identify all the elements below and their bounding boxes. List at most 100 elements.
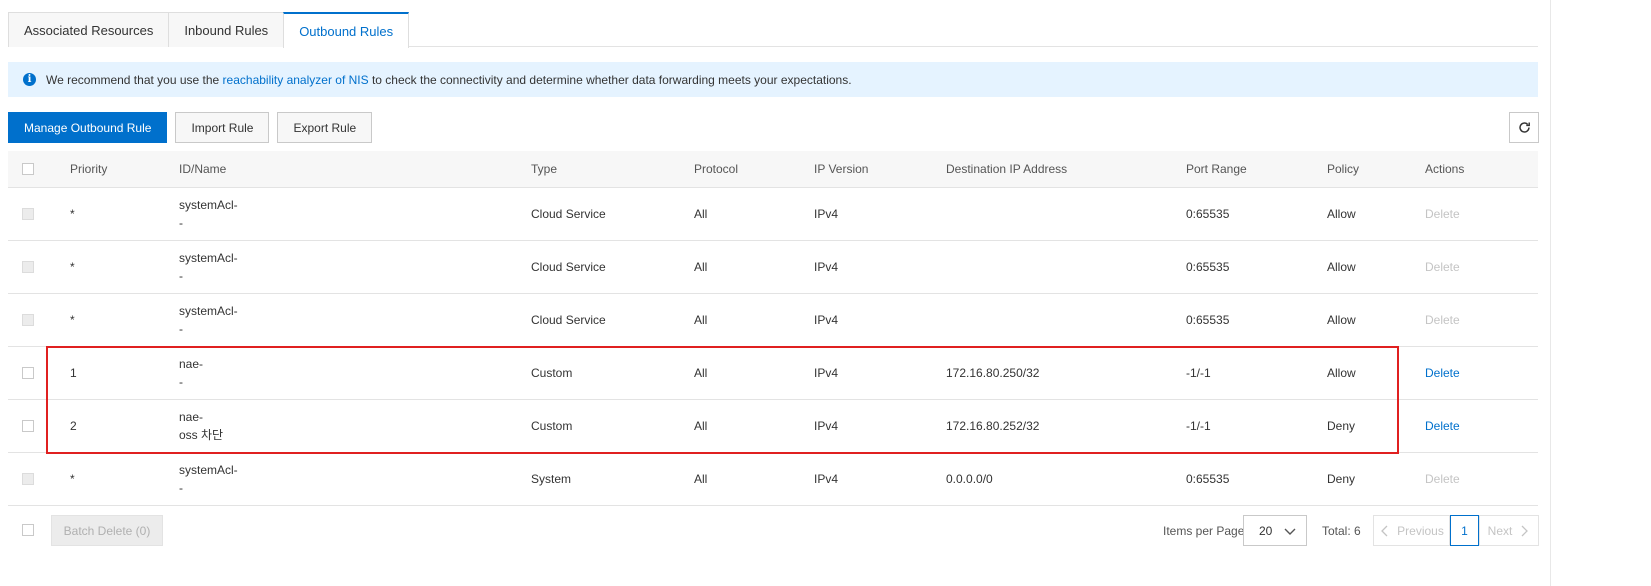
- rule-id: systemAcl-: [179, 198, 238, 212]
- row-checkbox[interactable]: [22, 367, 34, 379]
- row-policy: Allow: [1327, 207, 1356, 221]
- row-ip-version: IPv4: [814, 260, 839, 274]
- row-type: Cloud Service: [531, 260, 606, 274]
- row-id-name: nae-oss 차단: [179, 400, 531, 452]
- rule-name: -: [179, 375, 183, 389]
- delete-link-disabled: Delete: [1425, 472, 1460, 486]
- tab-inbound-rules[interactable]: Inbound Rules: [168, 12, 285, 47]
- row-ip-version: IPv4: [814, 366, 839, 380]
- table-row: * systemAcl- - Cloud Service All IPv4 0:6…: [8, 294, 1538, 347]
- refresh-icon: [1518, 122, 1530, 133]
- row-ip-version: IPv4: [814, 419, 839, 433]
- row-port-range: 0:65535: [1186, 207, 1230, 221]
- row-id-name: nae- -: [179, 347, 531, 399]
- row-destination: [946, 188, 1186, 240]
- row-port-range: -1/-1: [1186, 366, 1211, 380]
- row-policy: Allow: [1327, 313, 1356, 327]
- rule-id: systemAcl-: [179, 463, 238, 477]
- table-row: * systemAcl- - Cloud Service All IPv4 0:6…: [8, 188, 1538, 241]
- row-checkbox[interactable]: [22, 208, 34, 220]
- row-checkbox[interactable]: [22, 420, 34, 432]
- rule-name: oss 차단: [179, 428, 224, 442]
- row-id-name: systemAcl- -: [179, 453, 531, 505]
- rule-name: -: [179, 322, 183, 336]
- delete-link-disabled: Delete: [1425, 207, 1460, 221]
- outbound-rules-table: Priority ID/Name Type Protocol IP Versio…: [8, 151, 1538, 506]
- row-id-name: systemAcl- -: [179, 241, 531, 293]
- export-rule-button[interactable]: Export Rule: [277, 112, 373, 143]
- delete-link-disabled: Delete: [1425, 313, 1460, 327]
- delete-link[interactable]: Delete: [1425, 400, 1535, 452]
- header-ip-version: IP Version: [814, 162, 869, 176]
- items-per-page-select[interactable]: 20: [1243, 515, 1307, 546]
- row-protocol: All: [694, 472, 708, 486]
- rule-id: nae-: [179, 357, 204, 371]
- row-priority: *: [70, 260, 75, 274]
- chevron-down-icon: [1284, 528, 1296, 535]
- table-row: * systemAcl- - Cloud Service All IPv4 0:6…: [8, 241, 1538, 294]
- manage-outbound-rule-button[interactable]: Manage Outbound Rule: [8, 112, 168, 143]
- vertical-scrollbar[interactable]: [1550, 0, 1562, 586]
- tab-bar: Associated Resources Inbound Rules Outbo…: [8, 12, 1538, 48]
- row-priority: *: [70, 313, 75, 327]
- banner-suffix: to check the connectivity and determine …: [371, 72, 852, 87]
- batch-delete-button: Batch Delete (0): [51, 515, 163, 546]
- rule-id: systemAcl-: [179, 251, 238, 265]
- toolbar: Manage Outbound Rule Import Rule Export …: [8, 112, 380, 143]
- previous-page-button[interactable]: Previous: [1373, 515, 1450, 546]
- import-rule-button[interactable]: Import Rule: [175, 112, 270, 143]
- row-priority: *: [70, 472, 75, 486]
- refresh-button[interactable]: [1509, 112, 1539, 143]
- delete-link-disabled: Delete: [1425, 260, 1460, 274]
- row-type: Cloud Service: [531, 313, 606, 327]
- row-ip-version: IPv4: [814, 313, 839, 327]
- header-port-range: Port Range: [1186, 162, 1247, 176]
- header-type: Type: [531, 162, 558, 176]
- banner-prefix: We recommend that you use the: [46, 72, 220, 87]
- row-protocol: All: [694, 313, 708, 327]
- row-checkbox[interactable]: [22, 261, 34, 273]
- header-id-name: ID/Name: [179, 162, 227, 176]
- row-policy: Allow: [1327, 260, 1356, 274]
- total-count: Total: 6: [1322, 524, 1361, 538]
- tab-associated-resources[interactable]: Associated Resources: [8, 12, 170, 47]
- rule-name: -: [179, 269, 183, 283]
- table-row: 1 nae- - Custom All IPv4 172.16.80.250/32…: [8, 347, 1538, 400]
- row-destination: [946, 294, 1186, 346]
- rule-id: systemAcl-: [179, 304, 238, 318]
- row-checkbox[interactable]: [22, 314, 34, 326]
- chevron-right-icon: [1521, 525, 1529, 536]
- table-row: * systemAcl- - System All IPv4 0.0.0.0/0 …: [8, 453, 1538, 506]
- row-protocol: All: [694, 260, 708, 274]
- row-port-range: 0:65535: [1186, 260, 1230, 274]
- row-port-range: 0:65535: [1186, 472, 1230, 486]
- row-policy: Allow: [1327, 366, 1356, 380]
- row-type: Cloud Service: [531, 207, 606, 221]
- next-page-button[interactable]: Next: [1479, 515, 1539, 546]
- row-ip-version: IPv4: [814, 207, 839, 221]
- row-checkbox[interactable]: [22, 473, 34, 485]
- row-type: System: [531, 472, 572, 486]
- row-port-range: 0:65535: [1186, 313, 1230, 327]
- row-policy: Deny: [1327, 419, 1356, 433]
- row-destination: 172.16.80.252/32: [946, 419, 1040, 433]
- select-all-checkbox[interactable]: [22, 163, 34, 175]
- header-protocol: Protocol: [694, 162, 739, 176]
- tab-outbound-rules[interactable]: Outbound Rules: [283, 12, 410, 48]
- next-label: Next: [1487, 523, 1513, 538]
- delete-link[interactable]: Delete: [1425, 347, 1535, 399]
- header-policy: Policy: [1327, 162, 1360, 176]
- info-banner: i We recommend that you use the reachabi…: [8, 62, 1538, 97]
- row-destination: 172.16.80.250/32: [946, 366, 1040, 380]
- table-header: Priority ID/Name Type Protocol IP Versio…: [8, 151, 1538, 188]
- batch-select-checkbox[interactable]: [22, 524, 34, 536]
- row-destination: 0.0.0.0/0: [946, 472, 993, 486]
- page-1-button[interactable]: 1: [1450, 515, 1479, 546]
- row-port-range: -1/-1: [1186, 419, 1211, 433]
- rule-name: -: [179, 481, 183, 495]
- row-priority: *: [70, 207, 75, 221]
- row-protocol: All: [694, 419, 708, 433]
- row-ip-version: IPv4: [814, 472, 839, 486]
- reachability-analyzer-link[interactable]: reachability analyzer of NIS: [223, 73, 369, 87]
- chevron-left-icon: [1381, 525, 1388, 536]
